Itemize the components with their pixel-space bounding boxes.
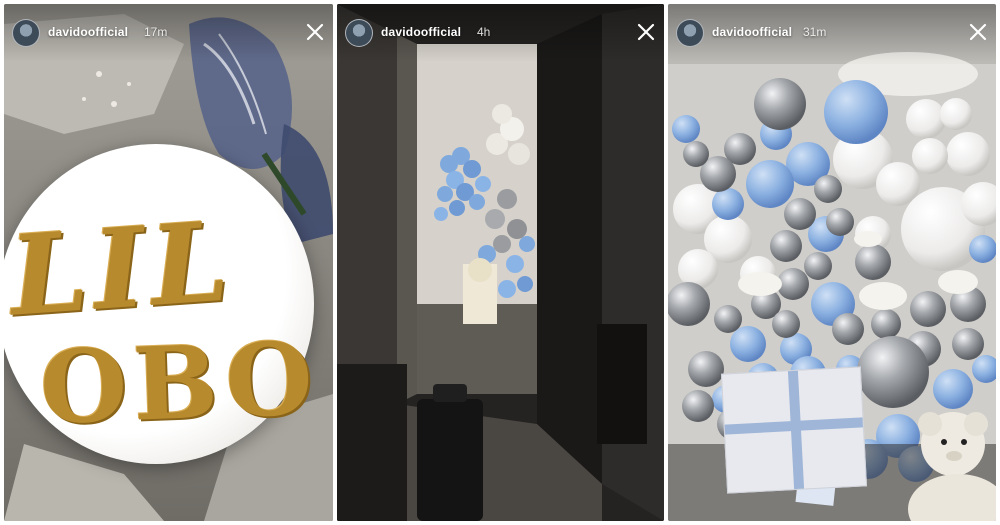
story-panel-1: LIL OBO davidoofficial 17m bbox=[4, 4, 333, 521]
avatar[interactable] bbox=[12, 19, 40, 47]
story-panel-2: davidoofficial 4h bbox=[337, 4, 664, 521]
timestamp: 17m bbox=[144, 25, 168, 39]
close-icon bbox=[969, 23, 987, 41]
story-header: davidoofficial 4h bbox=[337, 4, 664, 62]
close-button[interactable] bbox=[305, 22, 325, 42]
avatar[interactable] bbox=[345, 19, 373, 47]
timestamp: 4h bbox=[477, 25, 491, 39]
close-button[interactable] bbox=[636, 22, 656, 42]
username[interactable]: davidoofficial bbox=[712, 25, 792, 39]
gift-box bbox=[720, 366, 868, 494]
close-icon bbox=[637, 23, 655, 41]
cake-text-line-1: LIL bbox=[5, 196, 239, 341]
hallway-photo bbox=[337, 4, 664, 521]
username[interactable]: davidoofficial bbox=[381, 25, 461, 39]
close-button[interactable] bbox=[968, 22, 988, 42]
story-header: davidoofficial 17m bbox=[4, 4, 333, 62]
story-header: davidoofficial 31m bbox=[668, 4, 996, 62]
close-icon bbox=[306, 23, 324, 41]
timestamp: 31m bbox=[803, 25, 827, 39]
cake-text-line-2: OBO bbox=[38, 319, 321, 447]
story-panel-3: davidoofficial 31m bbox=[668, 4, 996, 521]
username[interactable]: davidoofficial bbox=[48, 25, 128, 39]
avatar[interactable] bbox=[676, 19, 704, 47]
